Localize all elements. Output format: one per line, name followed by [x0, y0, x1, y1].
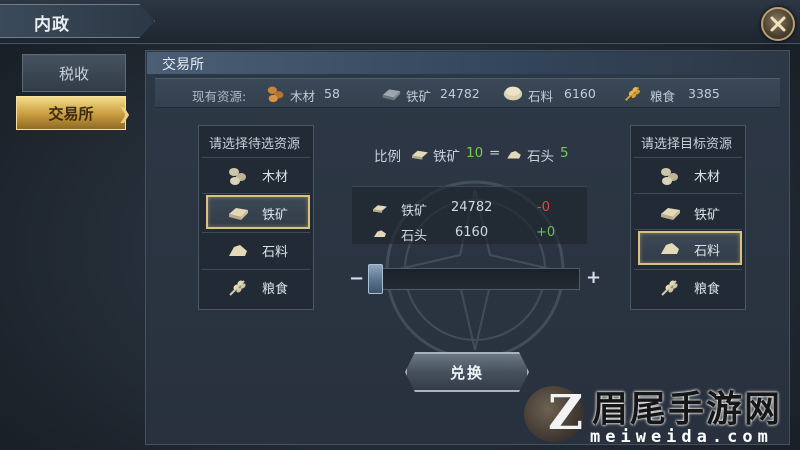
target-option-iron-label: 铁矿 — [694, 208, 721, 223]
watermark-z-icon: Z — [548, 385, 584, 441]
panel-title: 交易所 — [162, 57, 204, 73]
chevron-right-icon: ❯ — [118, 104, 132, 123]
source-panel-title: 请选择待选资源 — [209, 137, 301, 152]
target-option-stone-label: 石料 — [694, 244, 721, 259]
trade-row-stone-amount: 6160 — [455, 225, 489, 240]
panel-header — [147, 52, 787, 74]
resource-iron-value: 24782 — [440, 86, 480, 101]
resource-iron-label: 铁矿 — [406, 89, 432, 104]
iron-icon — [373, 205, 387, 213]
divider — [634, 229, 742, 230]
resource-wood-label: 木材 — [290, 89, 316, 104]
ratio-to-name: 石头 — [527, 149, 554, 165]
source-option-grain[interactable] — [204, 270, 308, 304]
window-title-tab — [0, 4, 155, 38]
amount-slider-thumb[interactable] — [368, 264, 383, 294]
watermark-url: meiweida.com — [590, 427, 773, 447]
source-option-iron[interactable] — [206, 195, 310, 229]
divider — [202, 193, 310, 194]
resource-wood-value: 58 — [324, 86, 340, 101]
sidebar-item-tax[interactable]: 税收 — [22, 54, 126, 92]
stone-icon — [229, 245, 247, 256]
close-button[interactable] — [761, 7, 795, 41]
stone-icon — [503, 86, 523, 101]
ratio-equals: = — [489, 145, 501, 161]
source-option-wood[interactable] — [204, 158, 308, 192]
target-option-stone[interactable] — [638, 231, 742, 265]
trade-row-iron-delta: -0 — [537, 200, 550, 215]
sidebar-item-exchange[interactable]: 交易所 — [16, 96, 126, 130]
source-option-stone-label: 石料 — [262, 245, 289, 260]
resource-grain-value: 3385 — [688, 86, 720, 101]
exchange-button[interactable]: 兑换 — [405, 352, 529, 392]
window-title: 内政 — [34, 15, 70, 35]
trade-row-iron-name: 铁矿 — [401, 204, 428, 219]
watermark-title: 眉尾手游网 — [592, 388, 783, 430]
target-option-iron[interactable] — [636, 195, 740, 229]
resource-stone-label: 石料 — [528, 89, 554, 104]
target-panel-title: 请选择目标资源 — [641, 137, 733, 152]
ratio-from-name: 铁矿 — [433, 149, 460, 165]
slider-decrease-button[interactable]: − — [349, 268, 364, 289]
target-option-wood[interactable] — [636, 158, 740, 192]
trade-row-stone-name: 石头 — [401, 229, 428, 244]
source-option-grain-label: 粮食 — [262, 282, 289, 297]
amount-slider-track[interactable] — [368, 268, 580, 290]
sidebar: 税收 交易所 ❯ — [0, 44, 140, 450]
wood-icon — [229, 168, 246, 185]
slider-increase-button[interactable]: + — [586, 267, 601, 288]
divider — [634, 193, 742, 194]
wood-icon — [661, 168, 678, 185]
close-icon — [770, 16, 786, 32]
stone-icon — [374, 230, 386, 237]
resource-stone-value: 6160 — [564, 86, 596, 101]
grain-icon — [229, 280, 246, 296]
exchange-button-label: 兑换 — [449, 363, 484, 382]
target-option-grain-label: 粮食 — [694, 282, 721, 297]
iron-icon — [382, 89, 401, 101]
iron-icon — [412, 150, 428, 160]
stone-icon — [507, 151, 521, 159]
grain-icon — [625, 86, 640, 101]
resource-grain-label: 粮食 — [650, 89, 676, 104]
source-option-stone[interactable] — [204, 233, 308, 267]
iron-icon — [229, 208, 248, 220]
trade-row-iron-amount: 24782 — [451, 200, 493, 215]
ratio-to-amount: 5 — [560, 145, 569, 161]
stone-icon — [661, 243, 679, 254]
grain-icon — [661, 280, 678, 296]
source-option-iron-label: 铁矿 — [262, 208, 289, 223]
target-option-wood-label: 木材 — [694, 170, 721, 185]
iron-icon — [661, 208, 680, 220]
source-option-wood-label: 木材 — [262, 170, 289, 185]
ratio-from-amount: 10 — [466, 145, 484, 161]
resources-label: 现有资源: — [192, 89, 247, 104]
ratio-label: 比例 — [374, 149, 401, 165]
trade-row-stone-delta: +0 — [536, 225, 556, 240]
target-option-grain[interactable] — [636, 270, 740, 304]
wood-icon — [267, 86, 284, 103]
